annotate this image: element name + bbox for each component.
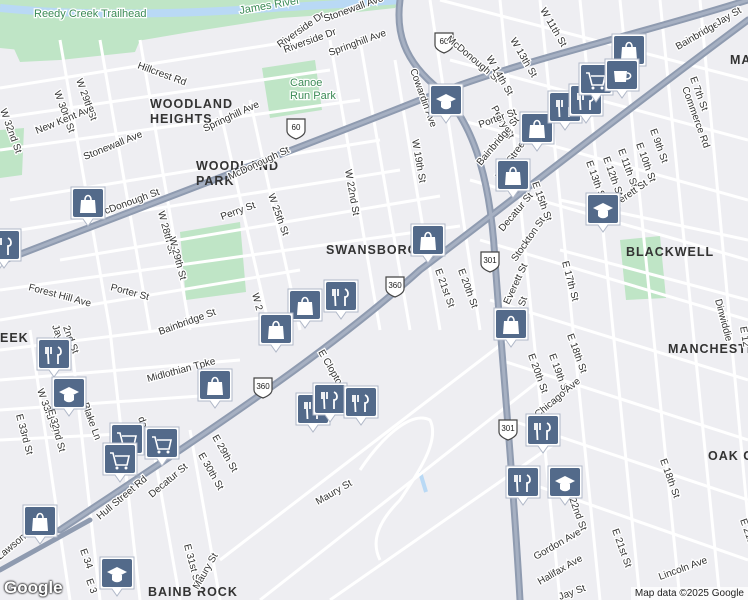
neighborhood-label: OAK GROV xyxy=(708,449,748,463)
route-shield: 301 xyxy=(480,251,500,273)
shopping-bag-icon xyxy=(297,302,313,315)
route-shield: 360 xyxy=(253,377,273,399)
shopping-bag-icon xyxy=(505,172,521,185)
neighborhood-label: MANCHESTER xyxy=(668,342,748,356)
route-number: 60 xyxy=(292,123,301,132)
shopping-bag-icon xyxy=(621,47,637,60)
park-label: Run Park xyxy=(290,90,336,102)
google-logo: Google xyxy=(4,578,63,597)
park-label: Canoe xyxy=(290,77,322,89)
neighborhood-label: SWANSBORO xyxy=(326,243,418,257)
shopping-bag-icon xyxy=(503,321,519,334)
route-number: 360 xyxy=(388,281,402,290)
shopping-bag-icon xyxy=(32,518,48,531)
shopping-bag-icon xyxy=(207,382,223,395)
neighborhood-label: WOODLAND xyxy=(150,97,233,111)
shopping-bag-icon xyxy=(80,200,96,213)
park-label: Reedy Creek Trailhead xyxy=(34,8,147,20)
shopping-bag-icon xyxy=(529,125,545,138)
route-number: 301 xyxy=(501,424,515,433)
neighborhood-label: BLACKWELL xyxy=(626,245,714,259)
map-canvas[interactable]: 6060360360301301 Reedy Creek TrailheadCa… xyxy=(0,0,748,600)
shopping-bag-icon xyxy=(420,237,436,250)
route-number: 360 xyxy=(256,382,270,391)
map-attribution: Map data ©2025 Google xyxy=(630,587,748,600)
neighborhood-label: MAN xyxy=(730,53,748,67)
route-number: 301 xyxy=(483,256,497,265)
coffee-cup-icon xyxy=(614,71,627,82)
route-shield: 301 xyxy=(498,419,518,441)
shopping-bag-icon xyxy=(268,326,284,339)
neighborhood-label: EEK xyxy=(0,331,29,345)
route-shield: 60 xyxy=(286,118,306,140)
route-shield: 360 xyxy=(385,276,405,298)
